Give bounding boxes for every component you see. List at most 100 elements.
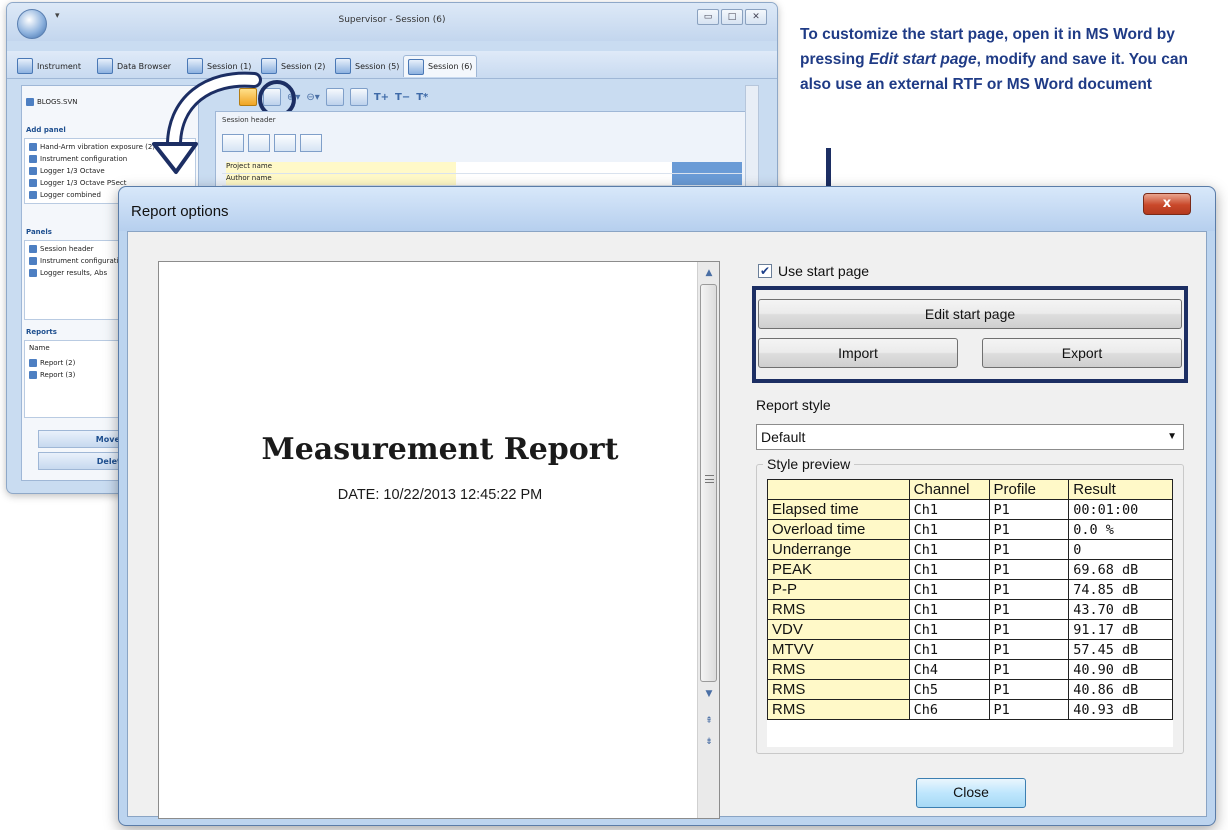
row-label-cell: RMS [767,699,910,720]
table-cell: 0.0 % [1068,519,1173,540]
supervisor-title: Supervisor - Session (6) [338,15,446,25]
table-cell: Ch1 [908,619,990,640]
table-cell: 40.86 dB [1068,679,1173,700]
dialog-title: Report options [131,203,229,220]
maximize-icon[interactable]: □ [721,9,743,25]
zoom-out-icon[interactable]: ⊖▾ [306,92,319,103]
list-item[interactable]: Instrument configuration [29,257,127,265]
minimize-icon[interactable]: ▭ [697,9,719,25]
grid-cell [672,174,742,185]
list-item-label: Session header [40,245,94,253]
use-start-page-label: Use start page [778,263,870,279]
table-cell: Ch1 [908,599,990,620]
row-label-cell: MTVV [767,639,910,660]
scroll-thumb[interactable] [700,284,717,682]
text-larger-icon[interactable]: T+ [374,92,389,103]
table-row: PEAK Ch1 P1 69.68 dB [767,559,1173,580]
table-cell: P1 [988,619,1070,640]
table-cell: 40.93 dB [1068,699,1173,720]
units-lin-icon[interactable] [349,88,368,106]
reports-column-header[interactable]: Name [29,344,50,352]
report-style-select[interactable]: Default ▼ [756,424,1184,450]
table-cell: Ch4 [908,659,990,680]
table-cell: P1 [988,579,1070,600]
grid-cell [672,162,742,173]
list-item[interactable]: Logger results, Abs [29,269,107,277]
panel-icon [29,179,37,187]
table-cell: Ch1 [908,579,990,600]
row-label-cell: VDV [767,619,910,640]
preview-scrollbar[interactable]: ▲ ▼ ⇞ ⇟ [697,262,719,818]
scroll-down-icon[interactable]: ▼ [701,686,717,702]
list-item[interactable]: Session header [29,245,94,253]
grid-row[interactable]: Author name [222,174,742,186]
callout-emphasis: Edit start page [868,51,977,68]
list-item-label: Logger 1/3 Octave PSect [40,179,127,187]
page-up-icon[interactable]: ⇞ [701,713,717,729]
table-cell: Ch1 [908,639,990,660]
panel-icon [29,155,37,163]
row-label-cell: PEAK [767,559,910,580]
table-header-cell: Profile [988,479,1070,500]
table-header-cell: Result [1068,479,1173,500]
table-cell: 40.90 dB [1068,659,1173,680]
text-format-icon[interactable]: T* [416,92,428,103]
table-row: Underrange Ch1 P1 0 [767,539,1173,560]
session-icon [335,58,351,74]
table-cell: P1 [988,519,1070,540]
table-cell: 00:01:00 [1068,499,1173,520]
table-row: RMS Ch5 P1 40.86 dB [767,679,1173,700]
use-start-page-checkbox[interactable]: ✔ Use start page [758,263,869,279]
style-preview-label: Style preview [763,456,855,472]
tab-instrument[interactable]: Instrument [13,55,85,77]
file-icon [26,98,34,106]
instrument-icon [17,58,33,74]
table-cell: Ch1 [908,519,990,540]
report-style-value: Default [761,429,806,445]
list-item[interactable]: Logger combined [29,191,101,199]
row-label-cell: RMS [767,679,910,700]
report-style-label: Report style [756,397,831,413]
close-button[interactable]: Close [916,778,1026,808]
close-icon[interactable]: ✕ [745,9,767,25]
reports-heading: Reports [26,328,57,336]
table-cell: P1 [988,539,1070,560]
list-item-label: Report (2) [40,359,76,367]
list-item[interactable]: Instrument configuration [29,155,127,163]
text-smaller-icon[interactable]: T− [395,92,410,103]
list-item[interactable]: Report (2) [29,359,75,367]
tab-session-6[interactable]: Session (6) [403,55,478,77]
scroll-up-icon[interactable]: ▲ [701,265,717,281]
table-row: RMS Ch1 P1 43.70 dB [767,599,1173,620]
panel-icon [29,191,37,199]
supervisor-titlebar: ▾ Supervisor - Session (6) ▭ □ ✕ [7,3,777,41]
tab-session-5[interactable]: Session (5) [331,55,403,77]
grid-cell [456,174,672,185]
table-cell: 74.85 dB [1068,579,1173,600]
panel-icon [29,257,37,265]
add-panel-heading: Add panel [26,126,66,134]
file-item[interactable]: BLOGS.SVN [26,98,78,106]
chevron-down-icon[interactable]: ▼ [1167,425,1177,449]
table-row: Elapsed time Ch1 P1 00:01:00 [767,499,1173,520]
tab-label: Session (5) [355,61,400,71]
table-cell: 91.17 dB [1068,619,1173,640]
table-row: RMS Ch6 P1 40.93 dB [767,699,1173,720]
list-item[interactable]: Hand-Arm vibration exposure (2) [29,143,155,151]
page-down-icon[interactable]: ⇟ [701,734,717,750]
preview-title: Measurement Report [261,432,619,467]
tab-label: Instrument [37,61,82,71]
row-label-cell: Elapsed time [767,499,910,520]
units-db-icon[interactable] [325,88,344,106]
grid-row[interactable]: Project name [222,162,742,174]
dialog-close-icon[interactable]: x [1143,193,1191,215]
list-item[interactable]: Logger 1/3 Octave [29,167,105,175]
grid-cell [456,162,672,173]
table-header-cell: Channel [908,479,990,500]
list-item[interactable]: Logger 1/3 Octave PSect [29,179,126,187]
list-item[interactable]: Report (3) [29,371,75,379]
checkmark-icon[interactable]: ✔ [758,264,772,278]
edit-table-icon[interactable] [300,134,322,152]
table-row: Overload time Ch1 P1 0.0 % [767,519,1173,540]
table-header-cell [767,479,910,500]
